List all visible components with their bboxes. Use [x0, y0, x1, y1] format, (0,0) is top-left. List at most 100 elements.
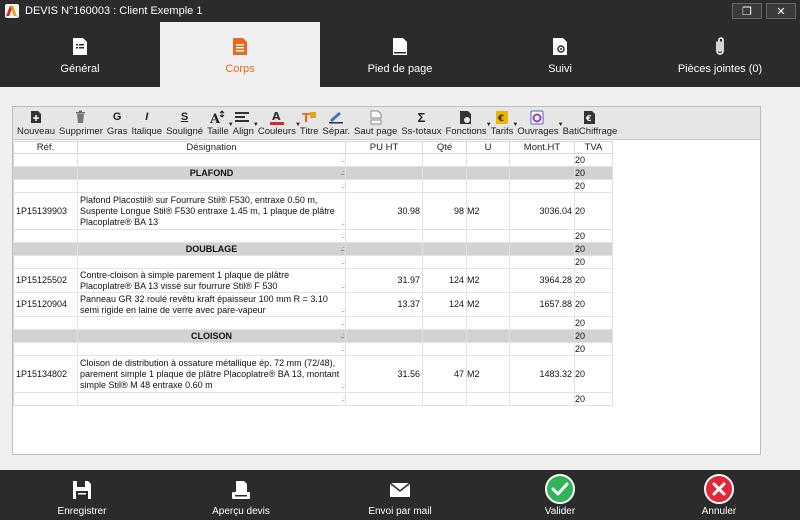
cell-ref[interactable]: [13, 166, 78, 180]
tab-corps[interactable]: Corps: [160, 22, 320, 87]
cell-u[interactable]: [466, 316, 510, 330]
valider-button[interactable]: Valider: [500, 470, 620, 520]
tab-pieces-jointes[interactable]: Pièces jointes (0): [640, 22, 800, 87]
ss-totaux-button[interactable]: Σ Ss-totaux: [399, 107, 443, 139]
cell-u[interactable]: [466, 329, 510, 343]
cell-mont[interactable]: [509, 342, 575, 356]
cell-desc[interactable]: DOUBLAGE..:: [77, 242, 346, 256]
cell-ref[interactable]: [13, 242, 78, 256]
cell-u[interactable]: M2: [466, 192, 510, 230]
section-row[interactable]: DOUBLAGE..: 20: [13, 242, 613, 256]
cell-desc[interactable]: ..:: [77, 229, 346, 243]
apercu-devis-button[interactable]: Aperçu devis: [181, 470, 301, 520]
col-unite[interactable]: U: [466, 141, 510, 154]
italique-button[interactable]: I Italique: [129, 107, 164, 139]
cell-mont[interactable]: [509, 229, 575, 243]
cell-desc[interactable]: PLAFOND..:: [77, 166, 346, 180]
table-row[interactable]: ..: 20: [13, 392, 613, 406]
cell-tva[interactable]: 20: [574, 179, 613, 193]
cell-mont[interactable]: [509, 329, 575, 343]
cell-ref[interactable]: [13, 153, 78, 167]
cell-pu[interactable]: [345, 166, 423, 180]
cell-qte[interactable]: 124: [422, 292, 467, 317]
col-mont-ht[interactable]: Mont.HT: [509, 141, 575, 154]
cell-ref[interactable]: 1P15125502: [13, 268, 78, 293]
table-row[interactable]: ..: 20: [13, 316, 613, 330]
col-tva[interactable]: TVA: [574, 141, 613, 154]
cell-u[interactable]: [466, 342, 510, 356]
titre-button[interactable]: T Titre: [298, 107, 321, 139]
cell-pu[interactable]: [345, 255, 423, 269]
cell-ref[interactable]: [13, 342, 78, 356]
cell-desc[interactable]: Plafond Placostil® sur Fourrure Stil® F5…: [77, 192, 346, 230]
cell-desc[interactable]: Contre-cloison à simple parement 1 plaqu…: [77, 268, 346, 293]
table-row[interactable]: 1P15120904 Panneau GR 32 roulé revêtu kra…: [13, 292, 613, 317]
cell-mont[interactable]: [509, 166, 575, 180]
gras-button[interactable]: G Gras: [105, 107, 130, 139]
restore-button[interactable]: ❐: [732, 3, 762, 19]
col-ref[interactable]: Réf.: [13, 141, 78, 154]
table-row[interactable]: 1P15125502 Contre-cloison à simple pareme…: [13, 268, 613, 293]
section-row[interactable]: PLAFOND..: 20: [13, 166, 613, 180]
cell-mont[interactable]: [509, 392, 575, 406]
cell-ref[interactable]: 1P15134802: [13, 355, 78, 393]
cell-tva[interactable]: 20: [574, 342, 613, 356]
cell-ref[interactable]: [13, 316, 78, 330]
cell-desc[interactable]: ..:: [77, 153, 346, 167]
envoi-mail-button[interactable]: Envoi par mail: [340, 470, 460, 520]
cell-pu[interactable]: 31.56: [345, 355, 423, 393]
cell-pu[interactable]: 30.98: [345, 192, 423, 230]
cell-desc[interactable]: ..:: [77, 342, 346, 356]
table-row[interactable]: 1P15139903 Plafond Placostil® sur Fourrur…: [13, 192, 613, 230]
cell-qte[interactable]: [422, 229, 467, 243]
cell-mont[interactable]: [509, 255, 575, 269]
cell-tva[interactable]: 20: [574, 192, 613, 230]
cell-desc[interactable]: ..:: [77, 255, 346, 269]
cell-desc[interactable]: CLOISON..:: [77, 329, 346, 343]
cell-mont[interactable]: [509, 179, 575, 193]
cell-desc[interactable]: ..:: [77, 179, 346, 193]
cell-ref[interactable]: [13, 179, 78, 193]
cell-mont[interactable]: 3964.28: [509, 268, 575, 293]
souligne-button[interactable]: S Souligné: [164, 107, 205, 139]
cell-pu[interactable]: 13.37: [345, 292, 423, 317]
cell-u[interactable]: M2: [466, 292, 510, 317]
ouvrages-dropdown[interactable]: Ouvrages ▼: [515, 107, 564, 139]
cell-qte[interactable]: [422, 329, 467, 343]
cell-ref[interactable]: [13, 392, 78, 406]
section-row[interactable]: CLOISON..: 20: [13, 329, 613, 343]
cell-tva[interactable]: 20: [574, 242, 613, 256]
cell-pu[interactable]: [345, 179, 423, 193]
taille-dropdown[interactable]: A Taille ▼: [205, 107, 234, 139]
cell-qte[interactable]: 98: [422, 192, 467, 230]
tarifs-dropdown[interactable]: € Tarifs ▼: [489, 107, 518, 139]
table-row[interactable]: ..: 20: [13, 255, 613, 269]
cell-desc[interactable]: ..:: [77, 316, 346, 330]
cell-qte[interactable]: [422, 316, 467, 330]
cell-tva[interactable]: 20: [574, 292, 613, 317]
tab-general[interactable]: Général: [0, 22, 160, 87]
cell-mont[interactable]: [509, 242, 575, 256]
supprimer-button[interactable]: Supprimer: [57, 107, 105, 139]
couleurs-dropdown[interactable]: A Couleurs ▼: [256, 107, 301, 139]
cell-pu[interactable]: [345, 229, 423, 243]
table-row[interactable]: ..: 20: [13, 229, 613, 243]
enregistrer-button[interactable]: Enregistrer: [22, 470, 142, 520]
cell-qte[interactable]: [422, 179, 467, 193]
cell-u[interactable]: [466, 153, 510, 167]
cell-u[interactable]: M2: [466, 268, 510, 293]
cell-mont[interactable]: [509, 153, 575, 167]
cell-mont[interactable]: [509, 316, 575, 330]
cell-tva[interactable]: 20: [574, 355, 613, 393]
cell-u[interactable]: [466, 392, 510, 406]
align-dropdown[interactable]: Align ▼: [231, 107, 259, 139]
cell-u[interactable]: [466, 242, 510, 256]
table-row[interactable]: 1P15134802 Cloison de distribution à ossa…: [13, 355, 613, 393]
col-qte[interactable]: Qté: [422, 141, 467, 154]
cell-desc[interactable]: Panneau GR 32 roulé revêtu kraft épaisse…: [77, 292, 346, 317]
col-pu-ht[interactable]: PU HT: [345, 141, 423, 154]
cell-tva[interactable]: 20: [574, 229, 613, 243]
cell-mont[interactable]: 1657.88: [509, 292, 575, 317]
cell-ref[interactable]: [13, 329, 78, 343]
cell-ref[interactable]: 1P15120904: [13, 292, 78, 317]
